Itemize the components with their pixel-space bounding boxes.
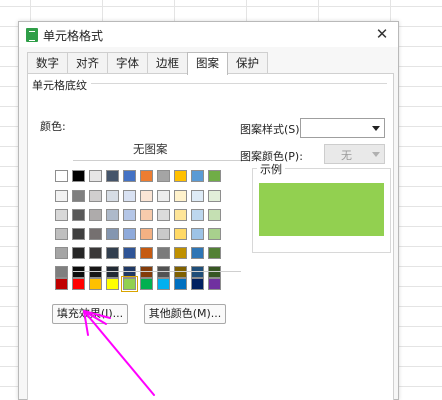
color-swatch-basic-3[interactable]	[89, 170, 102, 182]
color-swatch-tint4-2[interactable]	[72, 247, 85, 259]
color-swatch-basic-6[interactable]	[140, 170, 153, 182]
color-swatch-tint3-1[interactable]	[55, 228, 68, 240]
color-swatch-tint4-7[interactable]	[157, 247, 170, 259]
color-swatch-tint4-3[interactable]	[89, 247, 102, 259]
pattern-color-select[interactable]: 无	[324, 144, 385, 164]
dialog-titlebar: 单元格格式 ✕	[19, 22, 398, 47]
more-colors-button[interactable]: 其他颜色(M)...	[144, 304, 226, 324]
color-swatch-tint5-6[interactable]	[140, 266, 153, 278]
color-swatch-tint2-8[interactable]	[174, 209, 187, 221]
color-swatch-basic-8[interactable]	[174, 170, 187, 182]
pattern-color-value: 无	[341, 149, 352, 162]
color-swatch-tint4-9[interactable]	[191, 247, 204, 259]
color-swatch-tint2-4[interactable]	[106, 209, 119, 221]
color-swatch-tint3-2[interactable]	[72, 228, 85, 240]
color-swatch-basic-4[interactable]	[106, 170, 119, 182]
format-cells-dialog: 单元格格式 ✕ 数字 对齐 字体 边框 图案 保护 单元格底纹 颜色: 无图案 …	[18, 21, 399, 400]
color-swatch-tint5-9[interactable]	[191, 266, 204, 278]
color-swatch-basic-7[interactable]	[157, 170, 170, 182]
color-swatch-standard-5[interactable]	[121, 276, 138, 292]
color-swatch-tint3-3[interactable]	[89, 228, 102, 240]
tab-bar: 数字 对齐 字体 边框 图案 保护	[27, 52, 268, 75]
color-swatch-standard-8[interactable]	[174, 278, 187, 290]
dialog-title: 单元格格式	[43, 29, 104, 43]
color-swatch-tint3-8[interactable]	[174, 228, 187, 240]
color-swatch-tint2-10[interactable]	[208, 209, 221, 221]
no-pattern-option[interactable]: 无图案	[133, 141, 168, 157]
color-swatch-tint4-1[interactable]	[55, 247, 68, 259]
color-swatch-basic-5[interactable]	[123, 170, 136, 182]
color-swatch-tint5-8[interactable]	[174, 266, 187, 278]
color-swatch-basic-1[interactable]	[55, 170, 68, 182]
color-swatch-tint1-6[interactable]	[140, 190, 153, 202]
color-swatch-tint1-3[interactable]	[89, 190, 102, 202]
color-swatch-standard-7[interactable]	[157, 278, 170, 290]
color-swatch-tint5-1[interactable]	[55, 266, 68, 278]
color-swatch-tint5-10[interactable]	[208, 266, 221, 278]
sample-preview	[259, 183, 384, 236]
sample-label: 示例	[257, 161, 285, 177]
chevron-down-icon	[372, 126, 380, 131]
color-swatch-basic-2[interactable]	[72, 170, 85, 182]
color-swatch-tint1-8[interactable]	[174, 190, 187, 202]
tab-patterns[interactable]: 图案	[187, 52, 228, 75]
color-swatch-tint4-5[interactable]	[123, 247, 136, 259]
patterns-panel: 单元格底纹 颜色: 无图案 填充效果(I)... 其他颜色(M)... 图案样式…	[27, 73, 394, 400]
color-swatch-tint5-3[interactable]	[89, 266, 102, 278]
color-swatch-basic-9[interactable]	[191, 170, 204, 182]
color-swatch-tint3-4[interactable]	[106, 228, 119, 240]
color-swatch-tint4-8[interactable]	[174, 247, 187, 259]
tab-protection[interactable]: 保护	[227, 52, 268, 74]
chevron-down-icon	[372, 152, 380, 157]
color-swatch-tint2-3[interactable]	[89, 209, 102, 221]
color-swatch-tint3-6[interactable]	[140, 228, 153, 240]
color-swatch-tint3-5[interactable]	[123, 228, 136, 240]
color-swatch-standard-2[interactable]	[72, 278, 85, 290]
close-button[interactable]: ✕	[366, 22, 398, 47]
color-swatch-tint1-1[interactable]	[55, 190, 68, 202]
color-swatch-tint1-9[interactable]	[191, 190, 204, 202]
color-swatch-tint3-10[interactable]	[208, 228, 221, 240]
palette-separator-top	[73, 160, 241, 161]
fill-effects-button[interactable]: 填充效果(I)...	[52, 304, 128, 324]
pattern-style-label: 图案样式(S):	[240, 123, 304, 136]
color-swatch-standard-9[interactable]	[191, 278, 204, 290]
tab-border[interactable]: 边框	[147, 52, 188, 74]
color-swatch-tint4-10[interactable]	[208, 247, 221, 259]
color-swatch-tint2-9[interactable]	[191, 209, 204, 221]
cell-shading-label: 单元格底纹	[32, 77, 91, 93]
color-swatch-tint2-7[interactable]	[157, 209, 170, 221]
color-swatch-tint5-7[interactable]	[157, 266, 170, 278]
color-swatch-standard-6[interactable]	[140, 278, 153, 290]
tab-number[interactable]: 数字	[27, 52, 68, 74]
color-swatch-tint1-4[interactable]	[106, 190, 119, 202]
color-swatch-tint5-4[interactable]	[106, 266, 119, 278]
color-swatch-tint1-7[interactable]	[157, 190, 170, 202]
color-swatch-tint5-2[interactable]	[72, 266, 85, 278]
color-swatch-tint1-2[interactable]	[72, 190, 85, 202]
color-swatch-tint4-4[interactable]	[106, 247, 119, 259]
sample-group: 示例	[252, 161, 391, 253]
color-swatch-basic-10[interactable]	[208, 170, 221, 182]
color-label: 颜色:	[40, 120, 66, 133]
color-swatch-tint2-1[interactable]	[55, 209, 68, 221]
pattern-style-select[interactable]	[300, 118, 385, 138]
color-swatch-tint5-5[interactable]	[123, 266, 136, 278]
color-swatch-tint2-5[interactable]	[123, 209, 136, 221]
color-swatch-tint3-7[interactable]	[157, 228, 170, 240]
color-swatch-standard-3[interactable]	[89, 278, 102, 290]
spreadsheet-app-icon	[26, 28, 38, 42]
color-swatch-tint3-9[interactable]	[191, 228, 204, 240]
color-swatch-tint1-5[interactable]	[123, 190, 136, 202]
color-swatch-tint4-6[interactable]	[140, 247, 153, 259]
color-swatch-tint2-6[interactable]	[140, 209, 153, 221]
palette-separator-bottom	[73, 271, 241, 272]
color-swatch-standard-10[interactable]	[208, 278, 221, 290]
tab-alignment[interactable]: 对齐	[67, 52, 108, 74]
color-swatch-standard-4[interactable]	[106, 278, 119, 290]
color-swatch-tint1-10[interactable]	[208, 190, 221, 202]
color-swatch-tint2-2[interactable]	[72, 209, 85, 221]
tab-font[interactable]: 字体	[107, 52, 148, 74]
color-swatch-standard-1[interactable]	[55, 278, 68, 290]
